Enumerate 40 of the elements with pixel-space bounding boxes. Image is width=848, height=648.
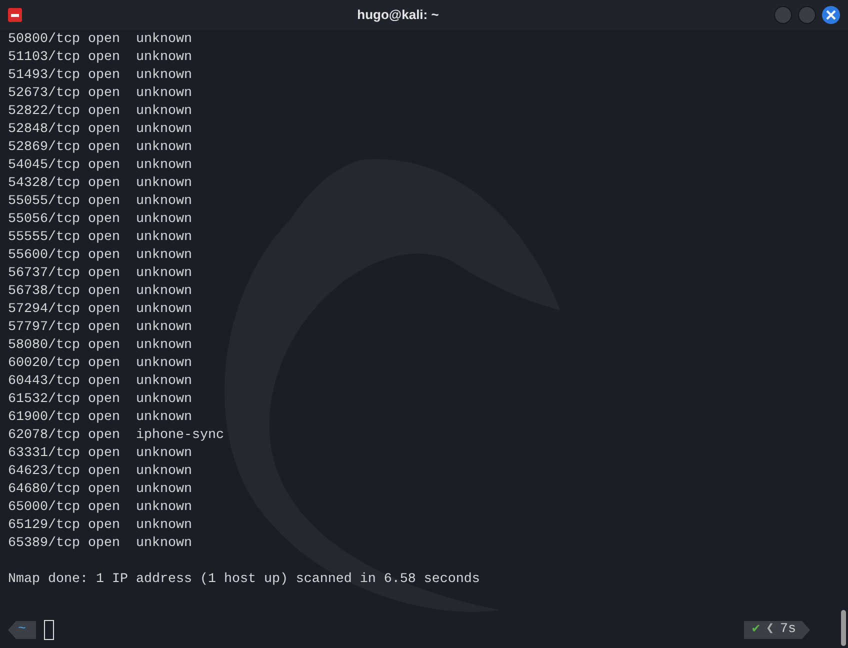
terminal-line: 55600/tcp open unknown (8, 247, 192, 265)
terminal-line: 60020/tcp open unknown (8, 355, 192, 373)
terminal-line: 64623/tcp open unknown (8, 463, 192, 481)
terminal-line: 65129/tcp open unknown (8, 517, 192, 535)
terminal-line: 55055/tcp open unknown (8, 193, 192, 211)
terminal-line: 62078/tcp open iphone-sync (8, 427, 224, 445)
separator: ❮ (766, 621, 774, 639)
terminal-line: 64680/tcp open unknown (8, 481, 192, 499)
status-mark: ✔ (752, 621, 760, 639)
terminal-line: 51103/tcp open unknown (8, 49, 192, 67)
terminal-line: 56738/tcp open unknown (8, 283, 192, 301)
close-icon (826, 10, 836, 20)
terminal-line: 61900/tcp open unknown (8, 409, 192, 427)
terminal-line: 50800/tcp open unknown (8, 31, 192, 49)
terminal-line: 51493/tcp open unknown (8, 67, 192, 85)
terminal-line: Nmap done: 1 IP address (1 host up) scanned in 6.58 seconds (8, 571, 480, 589)
terminal-line: 57797/tcp open unknown (8, 319, 192, 337)
terminal-line: 55555/tcp open unknown (8, 229, 192, 247)
terminal-line: 52822/tcp open unknown (8, 103, 192, 121)
terminal-line: 52673/tcp open unknown (8, 85, 192, 103)
terminal-line: 56737/tcp open unknown (8, 265, 192, 283)
terminal-line: 65000/tcp open unknown (8, 499, 192, 517)
scrollbar-thumb[interactable] (841, 610, 846, 646)
terminal-line: 57294/tcp open unknown (8, 301, 192, 319)
close-button[interactable] (822, 6, 840, 24)
terminal-line: 52848/tcp open unknown (8, 121, 192, 139)
terminal-line: 52869/tcp open unknown (8, 139, 192, 157)
window-title: hugo@kali: ~ (357, 6, 439, 24)
terminal-line: 61532/tcp open unknown (8, 391, 192, 409)
prompt-directory: ~ (8, 621, 36, 639)
terminal-line: 55056/tcp open unknown (8, 211, 192, 229)
duration: 7s (780, 621, 796, 639)
terminal-line: 58080/tcp open unknown (8, 337, 192, 355)
terminal-line: 54045/tcp open unknown (8, 157, 192, 175)
terminal-line: 65389/tcp open unknown (8, 535, 192, 553)
cursor (44, 620, 54, 640)
terminal-line: 54328/tcp open unknown (8, 175, 192, 193)
terminal-line: 60443/tcp open unknown (8, 373, 192, 391)
terminal-app-icon (8, 8, 22, 22)
terminal-line: 63331/tcp open unknown (8, 445, 192, 463)
